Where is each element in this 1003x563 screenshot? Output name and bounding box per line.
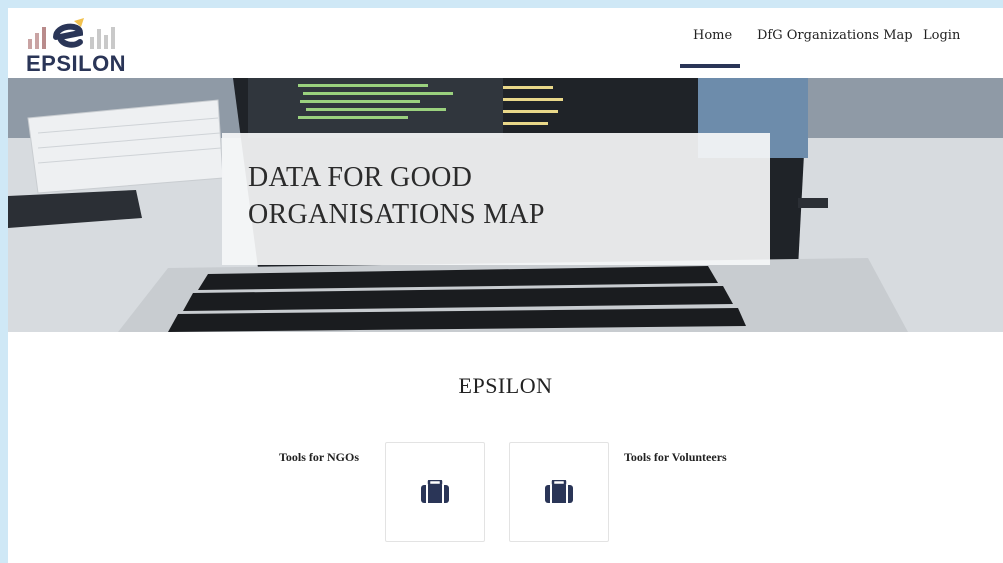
active-nav-indicator: [680, 64, 740, 68]
tools-for-ngos-label: Tools for NGOs: [279, 450, 360, 464]
tools-for-ngos-card[interactable]: [385, 442, 485, 542]
section-title: EPSILON: [458, 373, 553, 398]
logo-text: EPSILON: [26, 51, 127, 76]
nav-dfg-organizations-map[interactable]: DfG Organizations Map: [757, 28, 913, 43]
briefcase-icon: [545, 480, 573, 503]
nav-login[interactable]: Login: [923, 28, 960, 43]
site-header: EPSILON Home DfG Organizations Map Login: [8, 8, 1003, 78]
hero-title-line-1: DATA FOR GOOD: [248, 162, 473, 193]
page-frame: EPSILON Home DfG Organizations Map Login: [8, 8, 1003, 563]
tools-for-volunteers-card[interactable]: [509, 442, 609, 542]
epsilon-logo[interactable]: EPSILON: [26, 15, 136, 76]
logo-graphic-icon: [28, 18, 115, 49]
hero-title-box: DATA FOR GOOD ORGANISATIONS MAP: [222, 133, 770, 265]
hero-banner: DATA FOR GOOD ORGANISATIONS MAP: [8, 78, 1003, 332]
hero-title: DATA FOR GOOD ORGANISATIONS MAP: [248, 159, 748, 233]
briefcase-icon: [421, 480, 449, 503]
nav-home[interactable]: Home: [693, 28, 732, 43]
hero-title-line-2: ORGANISATIONS MAP: [248, 199, 545, 230]
tools-for-volunteers-label: Tools for Volunteers: [624, 450, 727, 464]
